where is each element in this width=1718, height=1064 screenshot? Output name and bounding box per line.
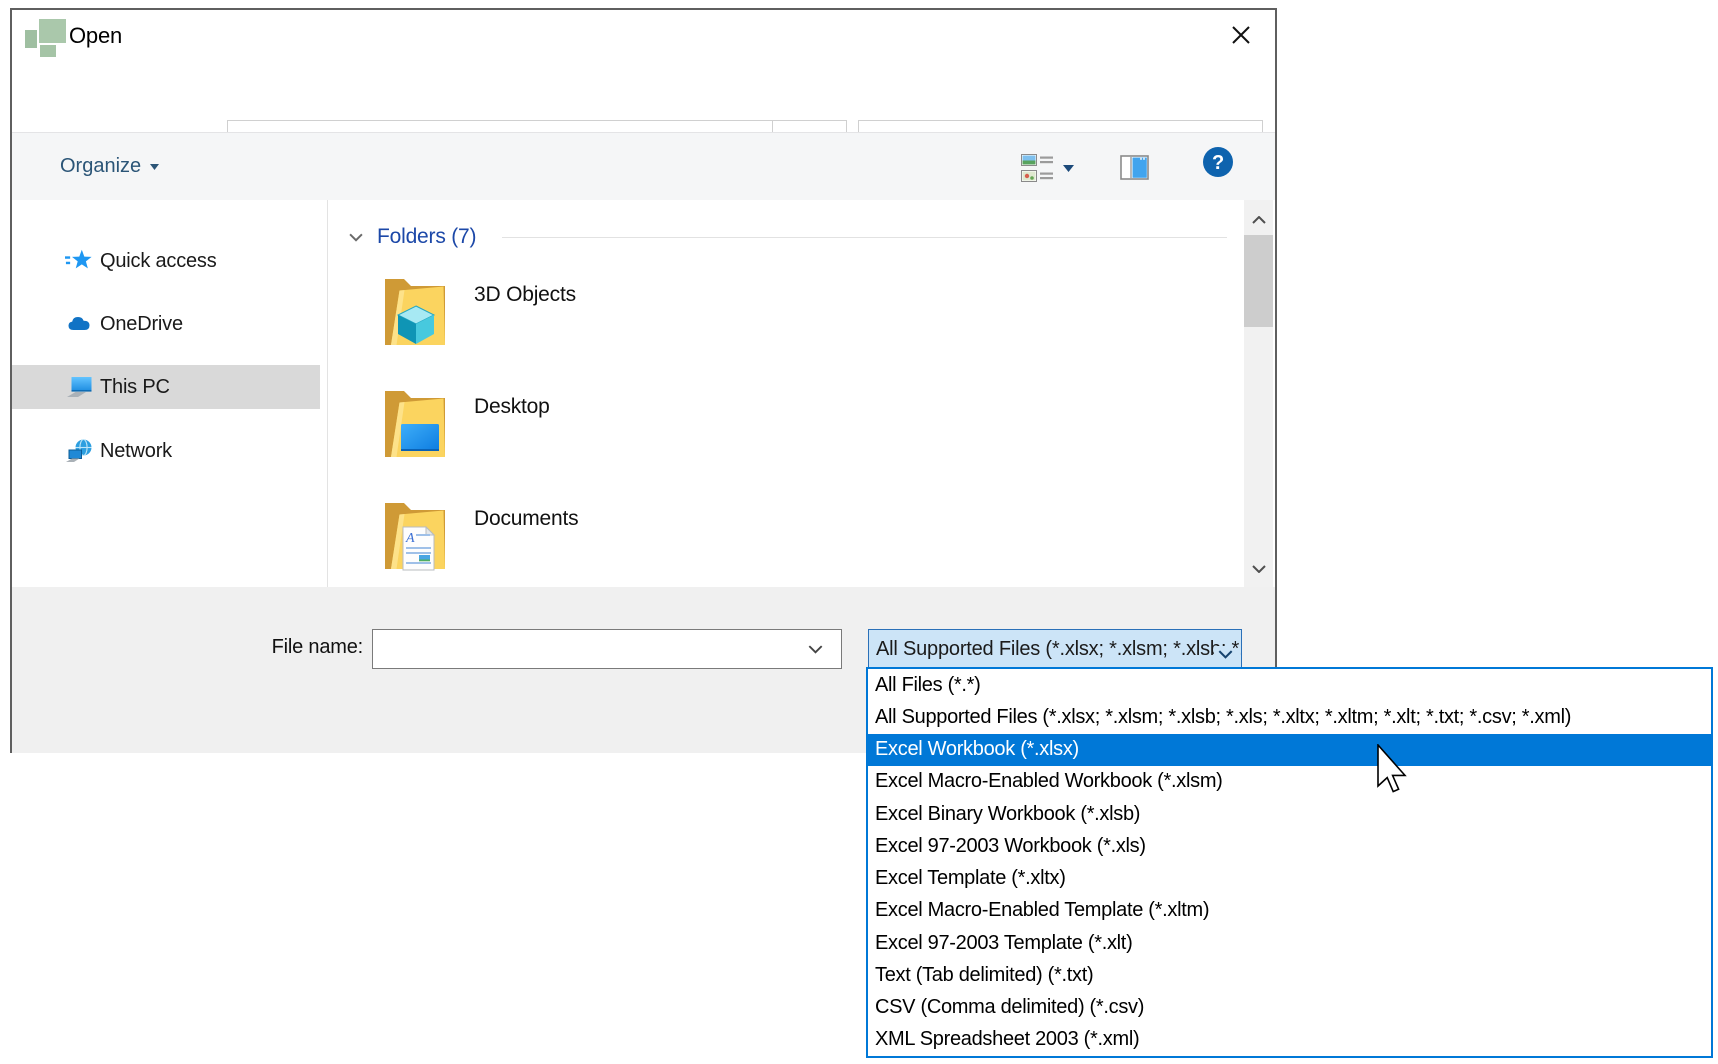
document-page-badge: A [403,527,434,570]
onedrive-cloud-icon [65,310,93,338]
scroll-down-icon[interactable] [1252,565,1266,573]
file-type-option[interactable]: Text (Tab delimited) (*.txt) [868,959,1711,991]
file-type-option-label: Excel Workbook (*.xlsx) [875,738,1079,761]
folder-desktop-icon [384,381,446,459]
file-type-option-label: Excel Template (*.xltx) [875,867,1066,890]
file-type-option[interactable]: Excel Macro-Enabled Template (*.xltm) [868,895,1711,927]
file-type-option-label: Excel 97-2003 Workbook (*.xls) [875,835,1146,858]
folder-name: 3D Objects [474,283,576,307]
file-type-combobox[interactable]: All Supported Files (*.xlsx; *.xlsm; *.x… [868,629,1242,669]
window-title: Open [69,23,122,49]
dialog-body: Quick access OneDrive This PC [12,200,1275,587]
file-type-option[interactable]: CSV (Comma delimited) (*.csv) [868,992,1711,1024]
sidebar-item-network[interactable]: Network [12,429,320,473]
folder-item-3d-objects[interactable]: 3D Objects [384,269,904,369]
file-type-option[interactable]: Excel 97-2003 Template (*.xlt) [868,927,1711,959]
svg-text:A: A [405,531,415,546]
caret-down-icon [150,164,159,170]
screen: { "window": { "title": "Open" }, "naviga… [0,0,1718,1064]
navigation-pane: Quick access OneDrive This PC [12,200,328,587]
file-type-option[interactable]: All Files (*.*) [868,669,1711,701]
open-file-dialog: Open [10,8,1277,753]
quick-access-star-icon [65,247,93,275]
close-icon [1231,25,1251,45]
file-type-dropdown-list: All Files (*.*) All Supported Files (*.x… [866,667,1713,1058]
file-type-selected-value: All Supported Files (*.xlsx; *.xlsm; *.x… [876,638,1241,661]
file-type-option-label: XML Spreadsheet 2003 (*.xml) [875,1028,1139,1051]
caret-down-icon [1063,165,1074,172]
sidebar-item-label: Network [100,440,172,463]
collapse-chevron-icon [349,233,363,242]
file-type-option[interactable]: XML Spreadsheet 2003 (*.xml) [868,1024,1711,1056]
this-pc-monitor-icon [65,373,93,401]
file-type-option-label: Excel Binary Workbook (*.xlsb) [875,803,1140,826]
sidebar-item-label: OneDrive [100,313,183,336]
scroll-up-icon[interactable] [1252,216,1266,224]
scrollbar-thumb[interactable] [1244,235,1273,327]
sidebar-item-label: Quick access [100,250,217,273]
sidebar-item-label: This PC [100,376,170,399]
file-type-chevron [1214,646,1233,664]
file-type-option[interactable]: Excel Macro-Enabled Workbook (*.xlsm) [868,766,1711,798]
folder-name: Desktop [474,395,550,419]
toolbar-right-group: ? [1015,133,1275,200]
file-type-option[interactable]: Excel Binary Workbook (*.xlsb) [868,798,1711,830]
folder-name: Documents [474,507,578,531]
excel-app-icon [24,18,68,58]
command-toolbar: Organize [12,132,1275,200]
preview-pane-button[interactable] [1120,152,1150,182]
file-type-option[interactable]: All Supported Files (*.xlsx; *.xlsm; *.x… [868,701,1711,733]
file-list-pane: Folders (7) 3D Objects [328,200,1244,587]
help-button[interactable]: ? [1202,146,1234,178]
network-globe-icon [65,437,93,465]
folder-documents-icon: A [384,493,446,571]
file-name-dropdown-icon[interactable] [808,645,823,654]
organize-button[interactable]: Organize [60,133,159,200]
folder-item-desktop[interactable]: Desktop [384,381,904,481]
sidebar-item-this-pc[interactable]: This PC [12,365,320,409]
titlebar: Open [12,10,1275,62]
mouse-cursor [1377,744,1409,794]
file-type-option[interactable]: Excel Workbook (*.xlsx) [868,734,1711,766]
file-name-label: File name: [142,636,363,659]
file-type-option-label: CSV (Comma delimited) (*.csv) [875,996,1144,1019]
folder-3d-objects-icon [384,269,446,347]
sidebar-item-quick-access[interactable]: Quick access [12,239,320,283]
change-view-icon [1021,153,1055,184]
svg-text:?: ? [1212,152,1224,174]
file-type-option-label: Excel Macro-Enabled Template (*.xltm) [875,899,1209,922]
group-header-rule [502,237,1227,238]
folder-item-documents[interactable]: A Documents [384,493,904,587]
preview-pane-icon [1120,152,1150,182]
file-type-option[interactable]: Excel Template (*.xltx) [868,863,1711,895]
chevron-down-icon [1218,650,1233,659]
folders-group-label: Folders (7) [377,225,476,249]
file-name-input[interactable] [372,629,842,669]
file-type-option-label: Excel 97-2003 Template (*.xlt) [875,932,1132,955]
desktop-screen-badge [401,424,439,451]
file-type-option[interactable]: Excel 97-2003 Workbook (*.xls) [868,830,1711,862]
vertical-scrollbar[interactable] [1244,200,1273,587]
file-type-option-label: Text (Tab delimited) (*.txt) [875,964,1093,987]
change-view-button[interactable] [1021,152,1087,184]
file-type-option-label: All Supported Files (*.xlsx; *.xlsm; *.x… [875,706,1571,729]
close-button[interactable] [1218,14,1264,56]
file-type-option-label: Excel Macro-Enabled Workbook (*.xlsm) [875,770,1223,793]
organize-label: Organize [60,155,141,178]
file-type-option-label: All Files (*.*) [875,674,981,697]
sidebar-item-onedrive[interactable]: OneDrive [12,302,320,346]
help-question-icon: ? [1202,146,1234,178]
navigation-bar: This PC [12,62,1275,132]
